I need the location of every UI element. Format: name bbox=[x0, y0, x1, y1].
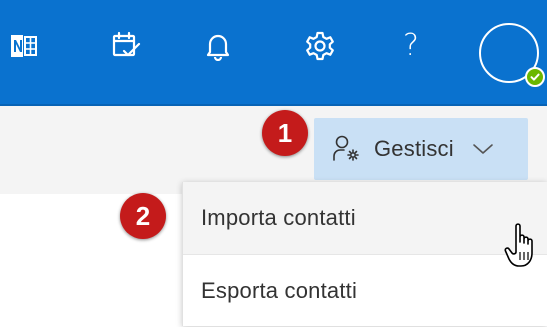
bell-icon[interactable] bbox=[196, 22, 240, 70]
manage-dropdown-menu: Importa contatti Esporta contatti bbox=[182, 182, 547, 326]
help-icon[interactable]: ? bbox=[389, 22, 433, 70]
gear-icon[interactable] bbox=[298, 22, 342, 70]
manage-contacts-icon bbox=[332, 134, 362, 164]
top-navigation-bar: ? bbox=[0, 0, 547, 106]
menu-item-label: Importa contatti bbox=[201, 205, 356, 230]
manage-button-label: Gestisci bbox=[374, 136, 454, 161]
menu-item-import-contacts[interactable]: Importa contatti bbox=[183, 182, 547, 254]
chevron-down-icon bbox=[472, 142, 494, 156]
help-glyph: ? bbox=[403, 28, 419, 63]
hand-pointer-cursor-icon bbox=[504, 222, 544, 272]
onenote-icon[interactable] bbox=[2, 22, 46, 70]
step-badge-1: 1 bbox=[262, 110, 308, 156]
step-badge-2: 2 bbox=[120, 193, 166, 239]
calendar-check-icon[interactable] bbox=[104, 22, 148, 70]
manage-button[interactable]: Gestisci bbox=[314, 118, 528, 180]
menu-item-export-contacts[interactable]: Esporta contatti bbox=[183, 255, 547, 327]
presence-status-icon bbox=[525, 67, 545, 87]
menu-item-label: Esporta contatti bbox=[201, 278, 358, 303]
